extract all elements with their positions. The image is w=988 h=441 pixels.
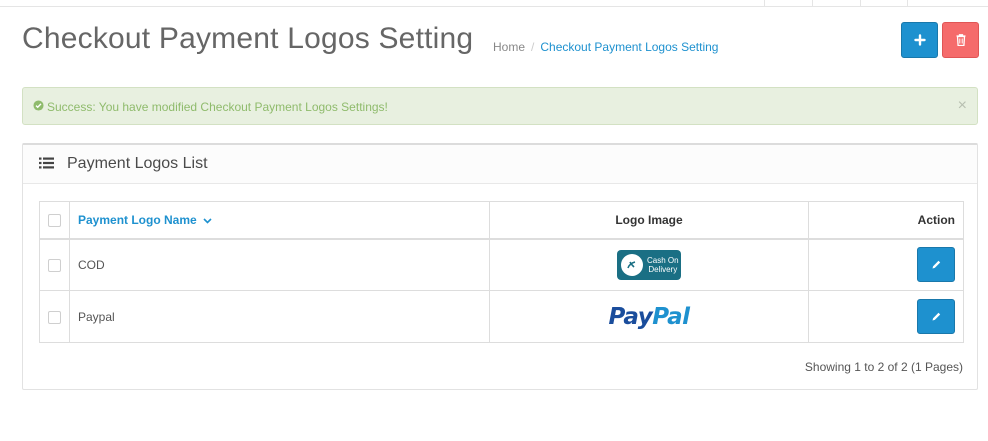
plus-icon [913,34,926,46]
caret-down-icon [203,218,212,224]
pencil-icon [932,261,940,269]
payment-logos-panel: Payment Logos List Payment Logo Name Log… [22,143,978,390]
header-menu-item[interactable] [812,0,860,7]
list-icon [39,157,54,169]
top-header-strip [0,0,988,7]
pencil-icon [932,312,940,321]
logo-name-cell: COD [69,238,490,291]
logo-name-cell: Paypal [69,290,490,343]
row-checkbox[interactable] [48,258,61,272]
select-all-cell [39,201,70,240]
cod-badge-icon [621,253,643,276]
add-new-button[interactable] [901,22,938,58]
page-title: Checkout Payment Logos Setting [22,22,474,55]
edit-button[interactable] [917,299,955,334]
action-cell [808,290,964,343]
logo-image-cell: PayPal [489,290,809,343]
trash-icon [956,34,965,46]
pagination-summary: Showing 1 to 2 of 2 (1 Pages) [804,360,963,374]
logo-image-cell: Cash On Delivery [489,238,809,291]
breadcrumb: Home / Checkout Payment Logos Setting [493,40,718,54]
row-select-cell [39,238,70,291]
alert-message: Success: You have modified Checkout Paym… [47,100,388,114]
sort-by-name-link[interactable]: Payment Logo Name [78,213,197,227]
breadcrumb-current-link[interactable]: Checkout Payment Logos Setting [540,40,718,54]
action-column-header: Action [808,201,964,240]
logo-column-header: Logo Image [489,201,809,240]
paypal-logo-image: PayPal [608,303,691,330]
table-row: Paypal PayPal [39,290,964,343]
action-cell [808,238,964,291]
payment-logos-table: Payment Logo Name Logo Image Action COD [39,201,964,343]
cod-logo-text: Cash On Delivery [647,255,679,274]
check-circle-icon [33,100,44,111]
panel-heading: Payment Logos List [23,145,977,184]
delete-button[interactable] [942,22,979,58]
header-menu-item[interactable] [764,0,812,7]
cod-logo-image: Cash On Delivery [617,249,681,280]
panel-title: Payment Logos List [67,155,208,172]
edit-button[interactable] [917,247,955,283]
table-header-row: Payment Logo Name Logo Image Action [39,201,964,240]
alert-close-button[interactable]: × [958,97,967,115]
table-row: COD Cash On Delivery [39,238,964,291]
select-all-checkbox[interactable] [48,213,61,227]
row-checkbox[interactable] [48,310,61,324]
breadcrumb-separator: / [531,40,535,54]
success-alert: Success: You have modified Checkout Paym… [22,87,978,125]
name-column-header[interactable]: Payment Logo Name [69,201,490,240]
breadcrumb-home-link[interactable]: Home [493,40,525,54]
row-select-cell [39,290,70,343]
header-menu-item[interactable] [860,0,908,7]
